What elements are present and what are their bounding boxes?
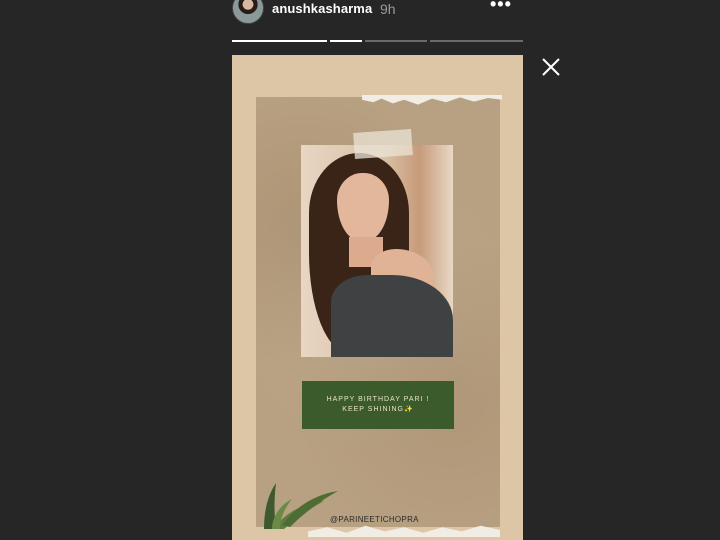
progress-segment: [330, 40, 363, 42]
avatar[interactable]: [232, 0, 264, 24]
story-content[interactable]: HAPPY BIRTHDAY PARI ! KEEP SHINING✨ @PAR…: [232, 55, 523, 540]
story-header: anushkasharma 9h •••: [232, 0, 523, 24]
story-progress: [232, 40, 524, 42]
close-icon[interactable]: [540, 56, 562, 78]
progress-segment: [429, 40, 524, 42]
birthday-greeting: HAPPY BIRTHDAY PARI ! KEEP SHINING✨: [302, 381, 454, 429]
timestamp: 9h: [380, 1, 396, 17]
story-viewer: anushkasharma 9h ••• HAPPY BIRTHDAY PARI…: [0, 0, 720, 540]
greeting-line-2: KEEP SHINING✨: [342, 406, 414, 413]
mention-handle[interactable]: @PARINEETICHOPRA: [330, 515, 419, 524]
tape-strip: [353, 129, 413, 159]
portrait-photo: [301, 145, 453, 357]
username[interactable]: anushkasharma: [272, 1, 372, 16]
progress-segment: [232, 40, 328, 42]
greeting-line-1: HAPPY BIRTHDAY PARI !: [326, 396, 430, 403]
more-options-icon[interactable]: •••: [490, 0, 512, 15]
progress-segment: [365, 40, 427, 42]
